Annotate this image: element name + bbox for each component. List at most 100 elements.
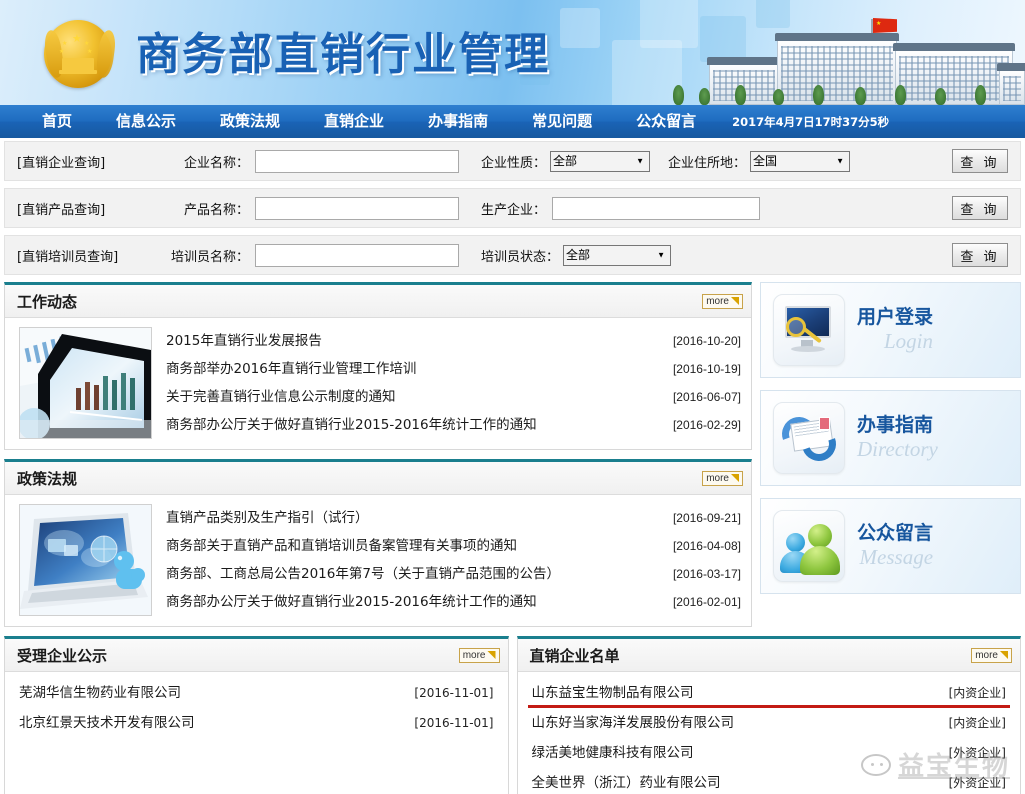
product-name-input[interactable]	[255, 196, 459, 220]
work-news-list: 2015年直销行业发展报告 [2016-10-20] 商务部举办2016年直销行…	[166, 327, 741, 439]
more-arrow-icon: ◥	[731, 473, 739, 483]
trainer-name-input[interactable]	[255, 243, 459, 267]
more-label: more	[975, 649, 998, 661]
news-item: 商务部办公厅关于做好直销行业2015-2016年统计工作的通知 [2016-02…	[166, 588, 741, 616]
monitor-magnifier-icon	[773, 294, 845, 366]
accepted-enterprises-title: 受理企业公示	[17, 646, 108, 665]
enterprise-search-button[interactable]: 查 询	[952, 149, 1008, 173]
more-arrow-icon: ◥	[1000, 650, 1008, 660]
enterprise-location-label: 企业住所地：	[668, 155, 747, 171]
manufacturer-label: 生产企业：	[481, 202, 547, 218]
nav-item-policy-regulations[interactable]: 政策法规	[198, 105, 302, 138]
query-forms: [直销企业查询] 企业名称： 企业性质： 全部 ▼ 企业住所地： 全国 ▼ 查 …	[0, 138, 1025, 275]
more-label: more	[706, 472, 729, 484]
status-badge: [外资企业]	[948, 746, 1006, 760]
table-row: 山东好当家海洋发展股份有限公司 [内资企业]	[518, 708, 1021, 738]
public-message-label-cn: 公众留言	[857, 522, 934, 544]
laptop-globe-photo	[20, 505, 151, 615]
news-title-link[interactable]: 商务部办公厅关于做好直销行业2015-2016年统计工作的通知	[166, 588, 537, 616]
work-news-body: 2015年直销行业发展报告 [2016-10-20] 商务部举办2016年直销行…	[5, 318, 751, 449]
national-emblem-icon: ★ ★ ★ ★ ★	[42, 18, 118, 90]
news-title-link[interactable]: 2015年直销行业发展报告	[166, 327, 322, 355]
nav-item-service-guide[interactable]: 办事指南	[406, 105, 510, 138]
left-column: 工作动态 more ◥ 2015年直销行业发展报告 [2016-10-20] 商…	[4, 282, 752, 636]
status-badge: [内资企业]	[948, 716, 1006, 730]
news-item: 商务部、工商总局公告2016年第7号（关于直销产品范围的公告） [2016-03…	[166, 560, 741, 588]
news-title-link[interactable]: 关于完善直销行业信息公示制度的通知	[166, 383, 396, 411]
news-title-link[interactable]: 直销产品类别及生产指引（试行）	[166, 504, 369, 532]
enterprise-nature-select[interactable]: 全部	[550, 150, 651, 172]
accepted-enterprises-header: 受理企业公示 more ◥	[5, 639, 508, 672]
ministry-building-image: ★	[655, 0, 1025, 105]
enterprise-location-select[interactable]: 全国	[750, 150, 851, 172]
enterprise-name-link[interactable]: 芜湖华信生物药业有限公司	[19, 678, 181, 708]
envelope-arrows-icon	[773, 402, 845, 474]
work-news-more-button[interactable]: more ◥	[702, 293, 743, 309]
nav-item-faq[interactable]: 常见问题	[510, 105, 614, 138]
trainer-status-label: 培训员状态：	[481, 249, 560, 265]
table-row: 山东益宝生物制品有限公司 [内资企业]	[518, 678, 1021, 708]
accepted-enterprises-more-button[interactable]: more ◥	[458, 647, 500, 663]
enterprise-query-row: [直销企业查询] 企业名称： 企业性质： 全部 ▼ 企业住所地： 全国 ▼ 查 …	[4, 141, 1021, 181]
table-row: 绿活美地健康科技有限公司 [外资企业]	[518, 738, 1021, 768]
right-column: 用户登录 Login 办事指南 Directory 公众留言 Message	[760, 282, 1021, 636]
news-date: [2016-10-19]	[672, 362, 741, 376]
enterprise-date: [2016-11-01]	[414, 716, 494, 730]
manufacturer-input[interactable]	[552, 196, 761, 220]
enterprise-list-panel: 直销企业名单 more ◥ 山东益宝生物制品有限公司 [内资企业] 山东好当家海…	[516, 636, 1021, 794]
enterprise-name-link[interactable]: 山东好当家海洋发展股份有限公司	[532, 708, 735, 738]
policy-title: 政策法规	[17, 469, 78, 488]
trainer-search-button[interactable]: 查 询	[952, 243, 1008, 267]
table-row: 全美世界（浙江）药业有限公司 [外资企业]	[518, 768, 1021, 794]
news-title-link[interactable]: 商务部举办2016年直销行业管理工作培训	[166, 355, 416, 383]
news-title-link[interactable]: 商务部关于直销产品和直销培训员备案管理有关事项的通知	[166, 532, 517, 560]
enterprise-name-link[interactable]: 北京红景天技术开发有限公司	[19, 708, 195, 738]
nav-item-home[interactable]: 首页	[0, 105, 94, 138]
work-news-thumbnail[interactable]	[19, 327, 152, 439]
news-date: [2016-02-29]	[672, 418, 741, 432]
enterprise-nature-label: 企业性质：	[481, 155, 547, 171]
enterprise-name-link[interactable]: 绿活美地健康科技有限公司	[532, 738, 694, 768]
public-message-box[interactable]: 公众留言 Message	[760, 498, 1021, 594]
policy-header: 政策法规 more ◥	[5, 462, 751, 495]
news-date: [2016-02-01]	[672, 595, 741, 609]
policy-panel: 政策法规 more ◥ 直销产品类别及生产指引（试行） [2016-09-21]…	[4, 459, 752, 627]
nav-item-information-disclosure[interactable]: 信息公示	[94, 105, 198, 138]
news-item: 直销产品类别及生产指引（试行） [2016-09-21]	[166, 504, 741, 532]
policy-list: 直销产品类别及生产指引（试行） [2016-09-21] 商务部关于直销产品和直…	[166, 504, 741, 616]
service-guide-box[interactable]: 办事指南 Directory	[760, 390, 1021, 486]
nav-item-direct-selling-enterprises[interactable]: 直销企业	[302, 105, 406, 138]
enterprise-name-link[interactable]: 山东益宝生物制品有限公司	[532, 678, 694, 708]
service-guide-label-en: Directory	[857, 436, 938, 461]
banner-trees	[655, 83, 1025, 105]
trainer-status-select[interactable]: 全部	[563, 244, 672, 266]
product-search-button[interactable]: 查 询	[952, 196, 1008, 220]
status-badge: [内资企业]	[948, 686, 1006, 700]
list-item: 北京红景天技术开发有限公司 [2016-11-01]	[5, 708, 508, 738]
news-title-link[interactable]: 商务部办公厅关于做好直销行业2015-2016年统计工作的通知	[166, 411, 537, 439]
policy-body: 直销产品类别及生产指引（试行） [2016-09-21] 商务部关于直销产品和直…	[5, 495, 751, 626]
news-date: [2016-06-07]	[672, 390, 741, 404]
user-login-box[interactable]: 用户登录 Login	[760, 282, 1021, 378]
policy-more-button[interactable]: more ◥	[702, 470, 743, 486]
enterprise-list-header: 直销企业名单 more ◥	[517, 639, 1020, 672]
enterprise-name-link[interactable]: 全美世界（浙江）药业有限公司	[532, 768, 721, 794]
news-title-link[interactable]: 商务部、工商总局公告2016年第7号（关于直销产品范围的公告）	[166, 560, 560, 588]
nav-item-public-message[interactable]: 公众留言	[614, 105, 718, 138]
news-item: 商务部办公厅关于做好直销行业2015-2016年统计工作的通知 [2016-02…	[166, 411, 741, 439]
work-news-header: 工作动态 more ◥	[5, 285, 751, 318]
enterprise-name-label: 企业名称：	[183, 155, 249, 171]
more-label: more	[706, 295, 729, 307]
product-query-tag: [直销产品查询]	[17, 202, 106, 218]
enterprise-list-more-button[interactable]: more ◥	[971, 647, 1012, 663]
news-date: [2016-04-08]	[672, 539, 741, 553]
accepted-enterprises-list: 芜湖华信生物药业有限公司 [2016-11-01] 北京红景天技术开发有限公司 …	[5, 672, 508, 738]
enterprise-name-input[interactable]	[255, 149, 459, 173]
enterprise-list-items: 山东益宝生物制品有限公司 [内资企业] 山东好当家海洋发展股份有限公司 [内资企…	[518, 672, 1021, 794]
trainer-query-tag: [直销培训员查询]	[17, 249, 119, 265]
user-login-label-en: Login	[884, 328, 934, 353]
status-badge: [外资企业]	[948, 776, 1006, 790]
policy-thumbnail[interactable]	[19, 504, 152, 616]
work-news-panel: 工作动态 more ◥ 2015年直销行业发展报告 [2016-10-20] 商…	[4, 282, 752, 450]
news-item: 关于完善直销行业信息公示制度的通知 [2016-06-07]	[166, 383, 741, 411]
